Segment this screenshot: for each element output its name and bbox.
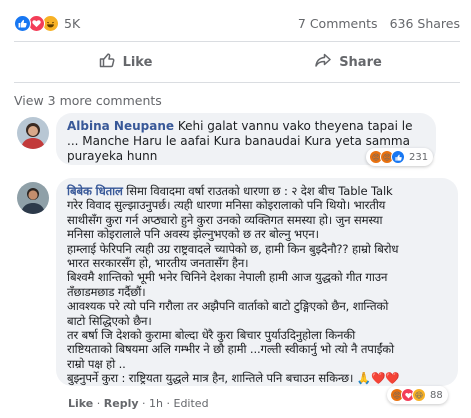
comment-line: आवश्यक परे त्यो पनि गरौला तर अझैपनि वार्… bbox=[67, 299, 389, 314]
comment-line: राष्टियताको बिषयमा अलि गम्भीर ने छौ हामी… bbox=[67, 342, 395, 357]
reaction-count[interactable]: 5K bbox=[64, 16, 80, 31]
comment-line: बाटो सिद्धिएको छैन। bbox=[67, 313, 152, 328]
comment-line: तर बर्षा जि देशको कुरामा बोल्दा धेरै कुर… bbox=[67, 328, 356, 343]
comment-time[interactable]: 1h bbox=[149, 397, 163, 410]
comment-reaction-count: 231 bbox=[409, 151, 429, 163]
share-button[interactable]: Share bbox=[237, 46, 460, 78]
comment-line: साथीसँग कुरा गर्न अप्ठ्यारो हुने कुरा उन… bbox=[67, 212, 383, 227]
comment-author[interactable]: बिबेक धिताल bbox=[67, 184, 123, 198]
view-more-comments-link[interactable]: View 3 more comments bbox=[14, 93, 162, 108]
comment-line: सिमा विवादमा वर्षा राउतको धारणा छ : २ दे… bbox=[126, 184, 393, 198]
like-button[interactable]: Like bbox=[14, 46, 237, 78]
emoji-trail: 🙏❤️❤️ bbox=[356, 371, 400, 386]
shares-count[interactable]: 636 Shares bbox=[390, 16, 460, 31]
post-actions: Like Share bbox=[14, 46, 460, 78]
comment-reactions[interactable]: 😡 😡 231 bbox=[366, 148, 434, 166]
comments-count[interactable]: 7 Comments bbox=[298, 16, 378, 31]
post-reactions[interactable]: 5K bbox=[14, 14, 80, 32]
comment-line: मनिसा कोइरालाले पनि अवस्य झेल्नुभएको छ त… bbox=[67, 227, 319, 242]
comment-line: भारत सरकारसँग हो, भारतीय जनतासँग हैन। bbox=[67, 256, 249, 271]
comment-reaction-count: 88 bbox=[430, 389, 443, 401]
share-label: Share bbox=[339, 54, 382, 70]
comment-reactions[interactable]: 😡 😆 88 bbox=[387, 386, 448, 404]
haha-icon: 😆 bbox=[412, 388, 426, 402]
top-cutoff bbox=[0, 0, 471, 6]
divider bbox=[14, 82, 460, 83]
like-label: Like bbox=[122, 54, 153, 70]
avatar[interactable] bbox=[17, 182, 49, 214]
comment-like-link[interactable]: Like bbox=[68, 397, 93, 410]
like-icon bbox=[14, 14, 31, 32]
like-icon bbox=[391, 150, 405, 164]
comment-line: हाम्लाई फेरिपनि त्यही उग्र राष्ट्रवादले … bbox=[67, 241, 399, 256]
comment-author[interactable]: Albina Neupane bbox=[67, 119, 174, 133]
comment-reply-link[interactable]: Reply bbox=[104, 397, 139, 410]
comment-line: तँछाडमछाड गर्दैछौं। bbox=[67, 284, 146, 299]
comment-line: राम्रो पक्ष हो .. bbox=[67, 356, 126, 371]
comment-bubble: बिबेक धिताल सिमा विवादमा वर्षा राउतको धा… bbox=[56, 178, 458, 386]
comment-meta: Like · Reply · 1h · Edited bbox=[68, 397, 209, 410]
comment-line: गरेर विवाद सुल्झाउनुपर्छ। त्यही धारणा मन… bbox=[67, 198, 386, 213]
comment-edited: Edited bbox=[173, 397, 209, 410]
comment-line: बुझ्नुपर्ने कुरा : राष्ट्रियता युद्धले म… bbox=[67, 371, 354, 386]
avatar[interactable] bbox=[17, 117, 49, 149]
comment-line: बिश्वमै शान्तिको भूमी भनेर चिनिने देशका … bbox=[67, 270, 388, 285]
divider bbox=[14, 41, 460, 42]
post-stats-row: 5K 7 Comments 636 Shares bbox=[14, 12, 460, 34]
share-icon bbox=[315, 52, 331, 72]
thumbs-up-icon bbox=[99, 52, 115, 72]
